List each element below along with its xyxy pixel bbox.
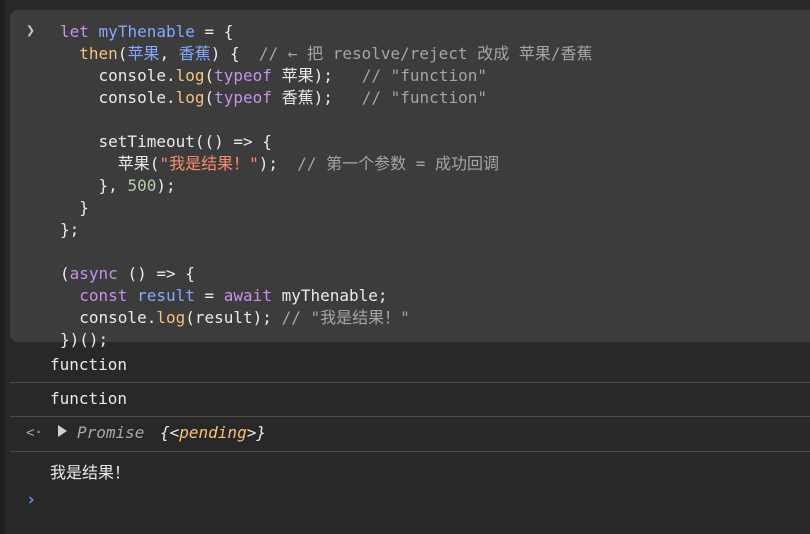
expand-triangle-icon[interactable] (58, 425, 67, 437)
return-value-entry: <· Promise {<pending>} (10, 416, 810, 452)
promise-state: {<pending>} (160, 423, 266, 442)
code-token: myThenable; (271, 286, 388, 305)
code-token: console. (60, 66, 176, 85)
code-token: let (60, 22, 89, 41)
code-token: log (175, 66, 205, 85)
code-token: log (175, 88, 205, 107)
code-token: }; (60, 220, 80, 239)
code-token: })(); (60, 330, 109, 349)
code-line: console.log(typeof 香蕉); // "function" (60, 87, 592, 109)
console-input-entry[interactable]: ❯ let myThenable = { then(苹果, 香蕉) { // ←… (10, 10, 810, 349)
log-text: 我是结果！ (50, 463, 131, 482)
code-token: ( (60, 264, 70, 283)
code-token: console. (60, 308, 157, 327)
code-token: log (156, 308, 186, 327)
code-token: ( (204, 66, 215, 85)
promise-state-open: {< (160, 423, 180, 442)
code-token: ( (204, 88, 215, 107)
expand-chevron-icon[interactable]: ❯ (26, 21, 35, 39)
code-token: async (69, 264, 118, 283)
code-line: setTimeout(() => { (60, 131, 592, 153)
devtools-console: ❯ let myThenable = { then(苹果, 香蕉) { // ←… (0, 0, 810, 534)
code-token: () => { (117, 264, 195, 283)
code-line: let myThenable = { (60, 21, 592, 43)
code-line: 苹果("我是结果！"); // 第一个参数 = 成功回调 (60, 153, 592, 175)
code-token: = (194, 286, 224, 305)
code-editor[interactable]: let myThenable = { then(苹果, 香蕉) { // ← 把… (60, 21, 592, 351)
code-line: then(苹果, 香蕉) { // ← 把 resolve/reject 改成 … (60, 43, 592, 65)
return-arrow-icon: <· (26, 425, 43, 441)
code-line: } (60, 197, 592, 219)
code-token: // "function" (361, 88, 487, 107)
code-token: "我是结果！" (159, 154, 259, 173)
code-token: ); (258, 154, 298, 173)
promise-state-close: >} (246, 423, 266, 442)
code-token: // "function" (361, 66, 487, 85)
code-token: then (79, 44, 118, 63)
code-token: 香蕉); (271, 88, 362, 107)
code-line: console.log(typeof 苹果); // "function" (60, 65, 592, 87)
code-token: 苹果( (60, 154, 160, 173)
code-line: const result = await myThenable; (60, 285, 592, 307)
log-entry-result: 我是结果！ (10, 452, 810, 486)
code-token: await (223, 286, 272, 305)
code-token: setTimeout(() => { (60, 132, 272, 151)
code-token: typeof (214, 66, 272, 85)
code-token: 苹果 (127, 44, 160, 63)
code-token: result (137, 286, 195, 305)
log-entry-function-2: function (10, 382, 810, 417)
code-line: console.log(result); // "我是结果！" (60, 307, 592, 329)
code-token: (result); (185, 308, 282, 327)
code-token: = { (194, 22, 234, 41)
code-token: 500 (127, 176, 157, 195)
code-line: (async () => { (60, 263, 592, 285)
console-left-rail (0, 0, 5, 534)
promise-state-value: pending (179, 423, 247, 442)
log-text: function (50, 389, 128, 408)
code-token: // "我是结果！" (281, 308, 410, 327)
code-token: const (79, 286, 128, 305)
code-line: }; (60, 219, 592, 241)
code-token: typeof (214, 88, 272, 107)
code-token: } (60, 198, 89, 217)
code-token: // 第一个参数 = 成功回调 (297, 154, 500, 173)
promise-label[interactable]: Promise (77, 423, 144, 442)
code-token: // ← 把 resolve/reject 改成 苹果/香蕉 (258, 44, 593, 63)
code-token: 香蕉 (178, 44, 211, 63)
code-token: ); (156, 176, 176, 195)
code-token: , (159, 44, 179, 63)
log-text: function (50, 355, 128, 374)
code-token: ( (117, 44, 128, 63)
code-token: }, (60, 176, 128, 195)
code-token: 苹果); (271, 66, 362, 85)
code-token: ) { (210, 44, 259, 63)
code-line: }, 500); (60, 175, 592, 197)
log-entry-function-1: function (10, 348, 810, 383)
code-token: console. (60, 88, 176, 107)
code-token: myThenable (98, 22, 195, 41)
console-prompt-icon[interactable]: › (26, 490, 36, 510)
